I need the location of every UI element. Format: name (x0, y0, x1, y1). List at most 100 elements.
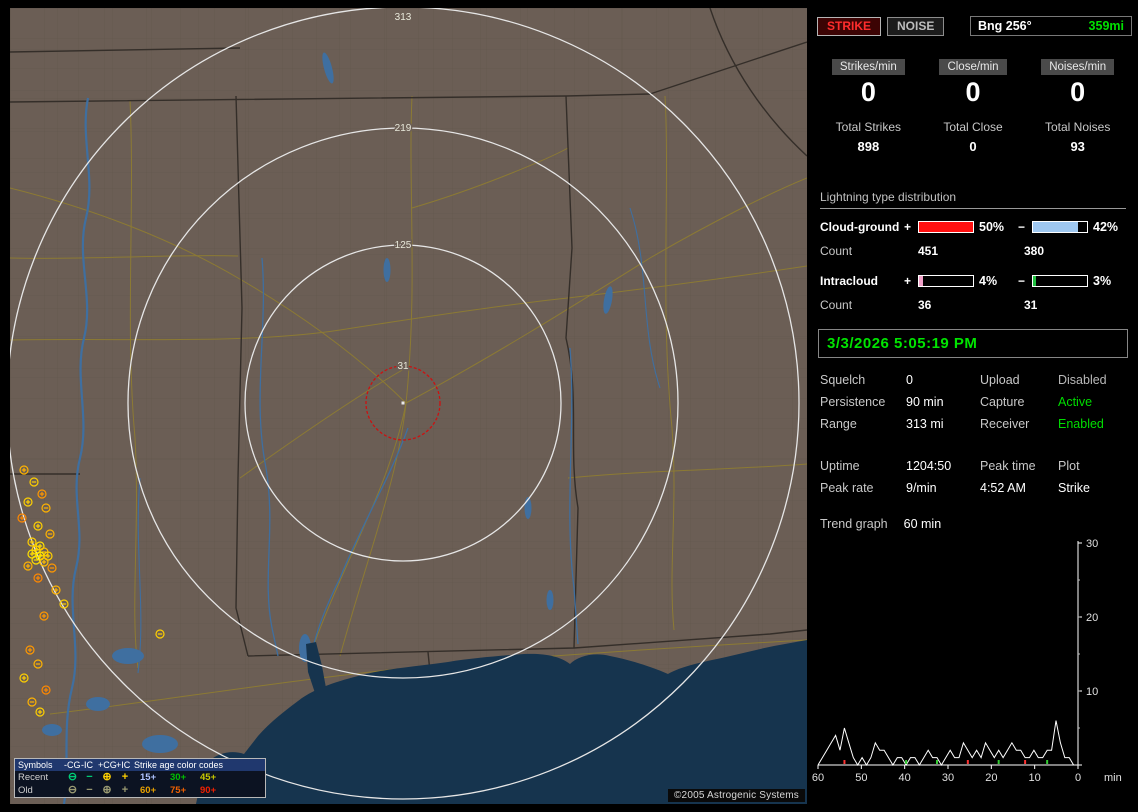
ic-positive-bar (918, 275, 974, 287)
plus-sign: + (904, 220, 918, 234)
distribution-header: Lightning type distribution (820, 190, 1126, 209)
plot-value: Strike (1058, 481, 1126, 495)
peak-time-label: Peak time (980, 459, 1058, 473)
age-code: 60+ (140, 785, 170, 796)
peak-time-value: 4:52 AM (980, 481, 1058, 495)
pos-ic-icon: + (116, 772, 134, 783)
strikes-per-min-label: Strikes/min (832, 59, 905, 75)
cg-negative-count: 380 (1024, 244, 1126, 258)
ic-negative-fill (1033, 276, 1036, 286)
legend-col-pic: +IC (116, 760, 134, 770)
peak-rate-label: Peak rate (820, 481, 906, 495)
legend-old-row: Old ⊖ − ⊕ + 60+ 75+ 90+ (15, 784, 265, 797)
persistence-value: 90 min (906, 395, 980, 409)
intracloud-label: Intracloud (820, 274, 904, 288)
total-strikes-label: Total Strikes (836, 120, 901, 134)
range-label: Range (820, 417, 906, 431)
trend-graph-header: Trend graph 60 min (820, 517, 1126, 531)
range-value: 313 mi (906, 417, 980, 431)
age-code: 45+ (200, 772, 234, 783)
stats-grid: Uptime 1204:50 Peak time Plot Peak rate … (820, 459, 1126, 495)
pos-ic-old-icon: + (116, 785, 134, 796)
squelch-value: 0 (906, 373, 980, 387)
ic-count-row: Count 36 31 (820, 298, 1126, 312)
uptime-value: 1204:50 (906, 459, 980, 473)
total-close-label: Total Close (943, 120, 1002, 134)
x-unit-label: min (1104, 772, 1122, 784)
age-code: 30+ (170, 772, 200, 783)
age-code: 15+ (140, 772, 170, 783)
x-tick-label: 30 (942, 772, 954, 784)
strikes-per-min-counter: Strikes/min 0 Total Strikes 898 (816, 59, 921, 154)
ring-label: 219 (395, 123, 412, 134)
mode-toolbar: STRIKE NOISE Bng 256° 359mi (812, 8, 1134, 36)
noises-per-min-label: Noises/min (1041, 59, 1114, 75)
receiver-label: Receiver (980, 417, 1058, 431)
ic-positive-count: 36 (918, 298, 1024, 312)
x-tick-label: 10 (1029, 772, 1041, 784)
cg-negative-bar (1032, 221, 1088, 233)
trend-window-value: 60 min (904, 517, 942, 531)
control-panel: STRIKE NOISE Bng 256° 359mi Strikes/min … (812, 8, 1134, 804)
rate-counters: Strikes/min 0 Total Strikes 898 Close/mi… (812, 59, 1134, 154)
strikes-per-min-value: 0 (861, 78, 876, 106)
x-tick-label: 0 (1075, 772, 1081, 784)
y-tick-label: 30 (1086, 538, 1098, 550)
squelch-label: Squelch (820, 373, 906, 387)
trend-series-line (818, 721, 1078, 765)
plot-label: Plot (1058, 459, 1126, 473)
bearing-display: Bng 256° 359mi (970, 16, 1132, 36)
bearing-range: 359mi (1089, 19, 1124, 33)
noises-per-min-value: 0 (1070, 78, 1085, 106)
settings-grid: Squelch 0 Upload Disabled Persistence 90… (820, 373, 1126, 431)
y-tick-label: 10 (1086, 686, 1098, 698)
x-tick-label: 20 (985, 772, 997, 784)
total-strikes-value: 898 (857, 139, 879, 154)
pos-cg-old-icon: ⊕ (98, 785, 116, 796)
ring-label: 125 (395, 240, 412, 251)
ic-negative-bar (1032, 275, 1088, 287)
receiver-value: Enabled (1058, 417, 1126, 431)
intracloud-row: Intracloud + 4% − 3% (820, 274, 1126, 288)
ic-positive-fill (919, 276, 923, 286)
upload-value: Disabled (1058, 373, 1126, 387)
app-window: 313 219 125 31 Symbols -CG -IC +CG +IC S… (0, 0, 1138, 812)
cg-negative-fill (1033, 222, 1078, 232)
trend-graph-label: Trend graph (820, 517, 888, 531)
total-noises-label: Total Noises (1045, 120, 1110, 134)
datetime-display: 3/3/2026 5:05:19 PM (818, 329, 1128, 358)
neg-cg-old-icon: ⊖ (64, 785, 81, 796)
age-code: 90+ (200, 785, 234, 796)
trend-graph-svg: 3020106050403020100min (812, 533, 1134, 785)
upload-label: Upload (980, 373, 1058, 387)
close-per-min-value: 0 (965, 78, 980, 106)
legend-row-label: Old (18, 785, 64, 796)
map-panel[interactable]: 313 219 125 31 Symbols -CG -IC +CG +IC S… (10, 8, 807, 804)
count-label: Count (820, 298, 918, 312)
cg-positive-count: 451 (918, 244, 1024, 258)
strike-button[interactable]: STRIKE (817, 17, 881, 36)
minus-sign: − (1018, 220, 1032, 234)
minus-sign: − (1018, 274, 1032, 288)
capture-value: Active (1058, 395, 1126, 409)
trend-graph: 3020106050403020100min (812, 533, 1134, 788)
cg-positive-bar (918, 221, 974, 233)
capture-label: Capture (980, 395, 1058, 409)
noise-button[interactable]: NOISE (887, 17, 944, 36)
total-close-value: 0 (969, 139, 976, 154)
count-label: Count (820, 244, 918, 258)
x-tick-label: 50 (855, 772, 867, 784)
ic-positive-pct: 4% (974, 274, 1018, 288)
legend-age-title: Strike age color codes (134, 760, 234, 770)
cloud-ground-label: Cloud-ground (820, 220, 904, 234)
neg-cg-icon: ⊖ (64, 772, 81, 783)
legend-recent-row: Recent ⊖ − ⊕ + 15+ 30+ 45+ (15, 771, 265, 784)
cg-positive-fill (919, 222, 973, 232)
x-tick-label: 60 (812, 772, 824, 784)
uptime-label: Uptime (820, 459, 906, 473)
neg-ic-old-icon: − (81, 785, 98, 796)
y-tick-label: 20 (1086, 612, 1098, 624)
cg-positive-pct: 50% (974, 220, 1018, 234)
close-per-min-label: Close/min (939, 59, 1006, 75)
map-legend: Symbols -CG -IC +CG +IC Strike age color… (14, 758, 266, 798)
